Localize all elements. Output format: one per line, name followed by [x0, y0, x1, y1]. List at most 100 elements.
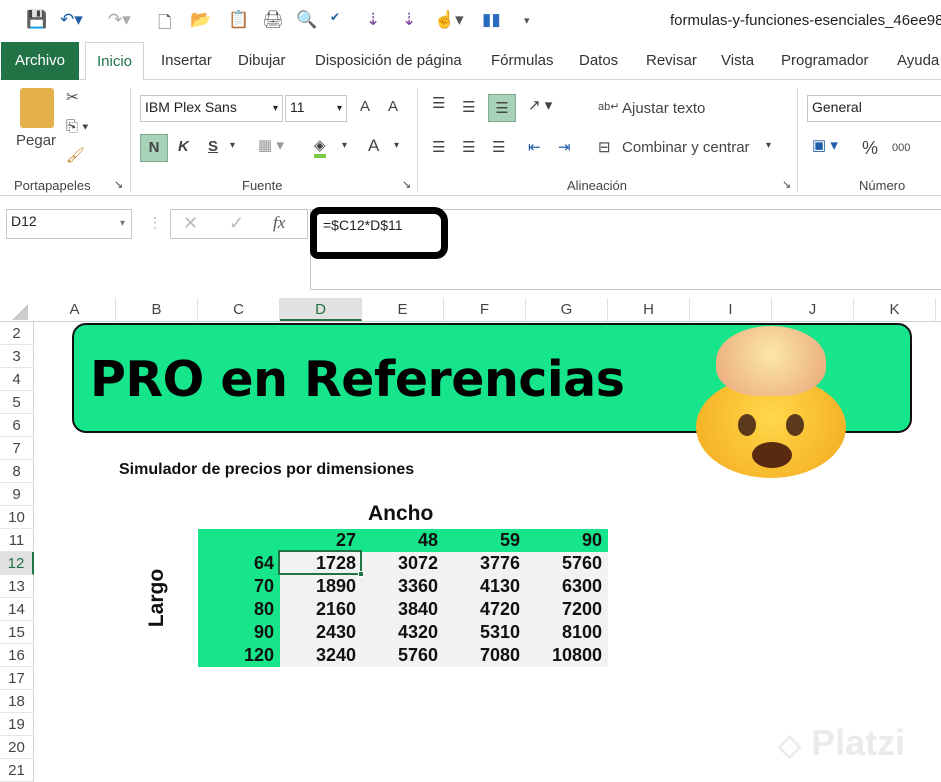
row-header-19[interactable]: 19: [0, 713, 34, 736]
cut-icon[interactable]: ✂: [66, 88, 79, 106]
tab-disposicion[interactable]: Disposición de página: [315, 42, 462, 80]
row-header-6[interactable]: 6: [0, 414, 34, 437]
row-header-4[interactable]: 4: [0, 368, 34, 391]
sort-desc-icon[interactable]: ⇣: [402, 10, 416, 30]
price-cell[interactable]: 3240: [280, 644, 362, 667]
price-cell[interactable]: 2430: [280, 621, 362, 644]
row-header-12[interactable]: 12: [0, 552, 34, 575]
bold-button[interactable]: N: [140, 134, 168, 162]
price-cell[interactable]: 1890: [280, 575, 362, 598]
fill-handle[interactable]: [358, 571, 364, 577]
wrap-text-button[interactable]: Ajustar texto: [622, 100, 705, 117]
width-header-cell[interactable]: 27: [280, 529, 362, 552]
length-header-cell[interactable]: 80: [198, 598, 280, 621]
price-cell[interactable]: 7080: [444, 644, 526, 667]
enter-icon[interactable]: ✓: [229, 213, 244, 234]
row-header-3[interactable]: 3: [0, 345, 34, 368]
corner-cell[interactable]: [198, 529, 280, 552]
open-icon[interactable]: 📂: [190, 10, 211, 30]
font-name-select[interactable]: IBM Plex Sans ▾: [140, 95, 283, 122]
dialog-launcher-icon[interactable]: ↘: [114, 178, 123, 191]
tab-inicio[interactable]: Inicio: [85, 42, 145, 81]
paste-special-icon[interactable]: 📋: [228, 10, 249, 30]
column-header-I[interactable]: I: [690, 298, 772, 321]
sort-asc-icon[interactable]: ⇣: [366, 10, 380, 30]
spelling-icon[interactable]: ✔: [330, 10, 340, 24]
column-header-E[interactable]: E: [362, 298, 444, 321]
paste-button[interactable]: Pegar: [16, 132, 56, 149]
price-cell[interactable]: 8100: [526, 621, 608, 644]
active-cell-D12[interactable]: [278, 550, 362, 575]
align-top-icon[interactable]: ☰: [432, 94, 445, 112]
chevron-down-icon[interactable]: ▾: [394, 140, 399, 151]
currency-icon[interactable]: ▣ ▾: [812, 136, 838, 154]
column-header-D[interactable]: D: [280, 298, 362, 321]
column-header-K[interactable]: K: [854, 298, 936, 321]
tab-insertar[interactable]: Insertar: [161, 42, 212, 80]
column-header-H[interactable]: H: [608, 298, 690, 321]
chevron-down-icon[interactable]: ▾: [342, 140, 347, 151]
grow-font-button[interactable]: A: [360, 98, 370, 115]
align-left-icon[interactable]: ☰: [432, 138, 445, 156]
tab-archivo[interactable]: Archivo: [1, 42, 80, 80]
shrink-font-button[interactable]: A: [388, 98, 398, 115]
align-right-icon[interactable]: ☰: [492, 138, 505, 156]
undo-icon[interactable]: ↶▾: [60, 10, 83, 30]
number-format-select[interactable]: General: [807, 95, 941, 122]
align-bottom-icon[interactable]: ☰: [488, 94, 516, 122]
redo-icon[interactable]: ↷▾: [108, 10, 131, 30]
price-cell[interactable]: 6300: [526, 575, 608, 598]
name-box[interactable]: D12 ▾: [6, 209, 132, 239]
row-header-21[interactable]: 21: [0, 759, 34, 782]
tab-formulas[interactable]: Fórmulas: [491, 42, 554, 80]
width-header-cell[interactable]: 90: [526, 529, 608, 552]
thousands-button[interactable]: 000: [892, 142, 910, 154]
print-icon[interactable]: 🖨: [262, 10, 284, 30]
new-icon[interactable]: 🗋: [158, 10, 172, 39]
price-cell[interactable]: 4320: [362, 621, 444, 644]
row-header-18[interactable]: 18: [0, 690, 34, 713]
insert-function-button[interactable]: fx: [273, 213, 285, 233]
column-header-G[interactable]: G: [526, 298, 608, 321]
row-header-16[interactable]: 16: [0, 644, 34, 667]
column-header-B[interactable]: B: [116, 298, 198, 321]
tab-dibujar[interactable]: Dibujar: [238, 42, 286, 80]
width-header-cell[interactable]: 59: [444, 529, 526, 552]
price-cell[interactable]: 3776: [444, 552, 526, 575]
row-header-2[interactable]: 2: [0, 322, 34, 345]
length-header-cell[interactable]: 64: [198, 552, 280, 575]
select-all-button[interactable]: [12, 304, 28, 320]
tab-programador[interactable]: Programador: [781, 42, 869, 80]
touch-mode-icon[interactable]: ☝▾: [434, 10, 464, 30]
copy-icon[interactable]: ⎘ ▾: [66, 118, 88, 135]
row-header-17[interactable]: 17: [0, 667, 34, 690]
borders-icon[interactable]: ▦ ▾: [258, 136, 284, 154]
row-header-20[interactable]: 20: [0, 736, 34, 759]
dialog-launcher-icon[interactable]: ↘: [782, 178, 791, 191]
row-header-15[interactable]: 15: [0, 621, 34, 644]
italic-button[interactable]: K: [178, 138, 189, 155]
fill-color-icon[interactable]: ◈: [314, 136, 326, 158]
increase-indent-icon[interactable]: ⇥: [558, 138, 571, 156]
underline-button[interactable]: S: [208, 138, 218, 155]
row-header-5[interactable]: 5: [0, 391, 34, 414]
length-header-cell[interactable]: 90: [198, 621, 280, 644]
percent-button[interactable]: %: [862, 138, 878, 159]
tab-revisar[interactable]: Revisar: [646, 42, 697, 80]
chart-icon[interactable]: ▮▮: [482, 10, 501, 30]
price-cell[interactable]: 4720: [444, 598, 526, 621]
cancel-icon[interactable]: ✕: [183, 213, 198, 234]
price-cell[interactable]: 2160: [280, 598, 362, 621]
price-cell[interactable]: 5760: [362, 644, 444, 667]
price-cell[interactable]: 4130: [444, 575, 526, 598]
tab-ayuda[interactable]: Ayuda: [897, 42, 939, 80]
align-middle-icon[interactable]: ☰: [462, 98, 475, 116]
font-size-select[interactable]: 11 ▾: [285, 95, 347, 122]
tab-datos[interactable]: Datos: [579, 42, 618, 80]
orientation-icon[interactable]: ↗ ▾: [528, 96, 552, 114]
row-header-8[interactable]: 8: [0, 460, 34, 483]
price-cell[interactable]: 5760: [526, 552, 608, 575]
row-header-14[interactable]: 14: [0, 598, 34, 621]
format-painter-icon[interactable]: 🖌: [66, 146, 85, 164]
price-cell[interactable]: 3072: [362, 552, 444, 575]
